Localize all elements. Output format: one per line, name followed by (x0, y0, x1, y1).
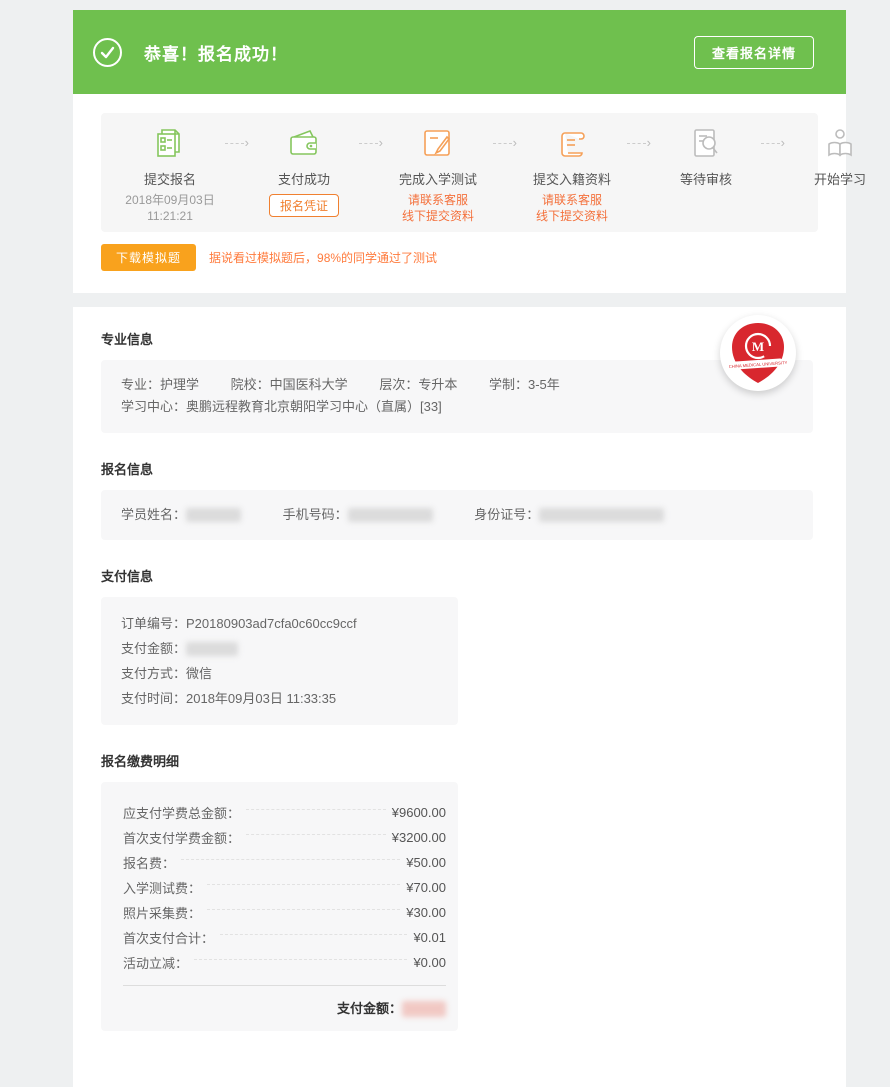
fee-row-registration: 报名费：¥50.00 (123, 850, 446, 875)
step-connector: › (761, 125, 785, 161)
id-number-field: 身份证号： (474, 504, 664, 526)
step-paid: 支付成功 报名凭证 (249, 125, 359, 217)
step-label: 提交报名 (144, 169, 196, 188)
enroll-info-section: 报名信息 学员姓名： 手机号码： 身份证号： (101, 459, 818, 540)
student-name-field: 学员姓名： (121, 504, 241, 526)
phone-field: 手机号码： (283, 504, 433, 526)
fee-row-first-tuition: 首次支付学费金额：¥3200.00 (123, 825, 446, 850)
download-mock-button[interactable]: 下载模拟题 (101, 244, 196, 271)
review-icon (688, 125, 724, 161)
university-logo: M CHINA MEDICAL UNIVERSITY (720, 315, 796, 391)
voucher-button[interactable]: 报名凭证 (269, 194, 339, 217)
major-info-section: 专业信息 专业：护理学 院校：中国医科大学 层次：专升本 学制：3-5年 学习中… (101, 329, 818, 432)
fee-row-total-tuition: 应支付学费总金额：¥9600.00 (123, 800, 446, 825)
step-study: 开始学习 (785, 125, 890, 188)
wallet-icon (286, 125, 322, 161)
view-detail-button[interactable]: 查看报名详情 (694, 36, 814, 69)
form-icon (152, 125, 188, 161)
page: 恭喜！报名成功！ 查看报名详情 提交报名 2018年09月03日 11:21:2… (0, 0, 890, 923)
logo-monogram: M (752, 339, 764, 354)
redacted-amount (186, 642, 238, 656)
step-review: 等待审核 (651, 125, 761, 188)
step-test: 完成入学测试 请联系客服 线下提交资料 (383, 125, 493, 224)
mock-exam-tip: 据说看过模拟题后，98%的同学通过了测试 (209, 249, 437, 266)
payment-info-section: 支付信息 订单编号：P20180903ad7cfa0c60cc9ccf 支付金额… (101, 566, 818, 725)
test-icon (420, 125, 456, 161)
step-label: 开始学习 (814, 169, 866, 188)
redacted-name (186, 508, 241, 522)
order-number-row: 订单编号：P20180903ad7cfa0c60cc9ccf (121, 611, 438, 636)
step-submit: 提交报名 2018年09月03日 11:21:21 (115, 125, 225, 224)
step-connector: › (493, 125, 517, 161)
fee-detail-box: 应支付学费总金额：¥9600.00 首次支付学费金额：¥3200.00 报名费：… (101, 782, 458, 1032)
step-date: 2018年09月03日 11:21:21 (125, 192, 214, 224)
success-check-icon (93, 38, 122, 67)
learning-center-field: 学习中心：奥鹏远程教育北京朝阳学习中心（直属）[33] (121, 396, 793, 418)
banner-title: 恭喜！报名成功！ (144, 40, 288, 65)
mock-exam-row: 下载模拟题 据说看过模拟题后，98%的同学通过了测试 (101, 244, 818, 271)
step-label: 支付成功 (278, 169, 330, 188)
enroll-info-box: 学员姓名： 手机号码： 身份证号： (101, 490, 813, 540)
fee-divider (123, 985, 446, 986)
fee-total-row: 支付金额： (123, 998, 446, 1018)
redacted-id (539, 508, 664, 522)
step-connector: › (359, 125, 383, 161)
section-title-major: 专业信息 (101, 329, 818, 348)
step-connector: › (627, 125, 651, 161)
level-field: 层次：专升本 (379, 374, 457, 396)
major-field: 专业：护理学 (121, 374, 199, 396)
step-materials: 提交入籍资料 请联系客服 线下提交资料 (517, 125, 627, 224)
fee-detail-section: 报名缴费明细 应支付学费总金额：¥9600.00 首次支付学费金额：¥3200.… (101, 751, 818, 1032)
pay-method-row: 支付方式：微信 (121, 661, 438, 686)
detail-card: M CHINA MEDICAL UNIVERSITY 专业信息 专业：护理学 院… (73, 307, 846, 1087)
fee-row-first-pay-total: 首次支付合计：¥0.01 (123, 925, 446, 950)
school-field: 院校：中国医科大学 (231, 374, 348, 396)
section-title-enroll: 报名信息 (101, 459, 818, 478)
section-title-payment: 支付信息 (101, 566, 818, 585)
success-banner: 恭喜！报名成功！ 查看报名详情 (73, 10, 846, 94)
redacted-phone (348, 508, 433, 522)
fee-row-entrance-test: 入学测试费：¥70.00 (123, 875, 446, 900)
section-title-fee: 报名缴费明细 (101, 751, 818, 770)
redacted-total-amount (402, 1001, 446, 1017)
step-label: 等待审核 (680, 169, 732, 188)
fee-row-discount: 活动立减：¥0.00 (123, 950, 446, 975)
step-instruction: 请联系客服 线下提交资料 (536, 192, 608, 224)
step-label: 完成入学测试 (399, 169, 477, 188)
pay-time-row: 支付时间：2018年09月03日 11:33:35 (121, 686, 438, 711)
payment-info-box: 订单编号：P20180903ad7cfa0c60cc9ccf 支付金额： 支付方… (101, 597, 458, 725)
fee-row-photo: 照片采集费：¥30.00 (123, 900, 446, 925)
step-instruction: 请联系客服 线下提交资料 (402, 192, 474, 224)
scroll-icon (554, 125, 590, 161)
study-icon (822, 125, 858, 161)
step-connector: › (225, 125, 249, 161)
major-info-box: 专业：护理学 院校：中国医科大学 层次：专升本 学制：3-5年 学习中心：奥鹏远… (101, 360, 813, 432)
duration-field: 学制：3-5年 (489, 374, 560, 396)
pay-amount-row: 支付金额： (121, 636, 438, 661)
steps-card: 提交报名 2018年09月03日 11:21:21 › 支付成功 (73, 94, 846, 293)
step-label: 提交入籍资料 (533, 169, 611, 188)
steps-bar: 提交报名 2018年09月03日 11:21:21 › 支付成功 (101, 113, 818, 232)
